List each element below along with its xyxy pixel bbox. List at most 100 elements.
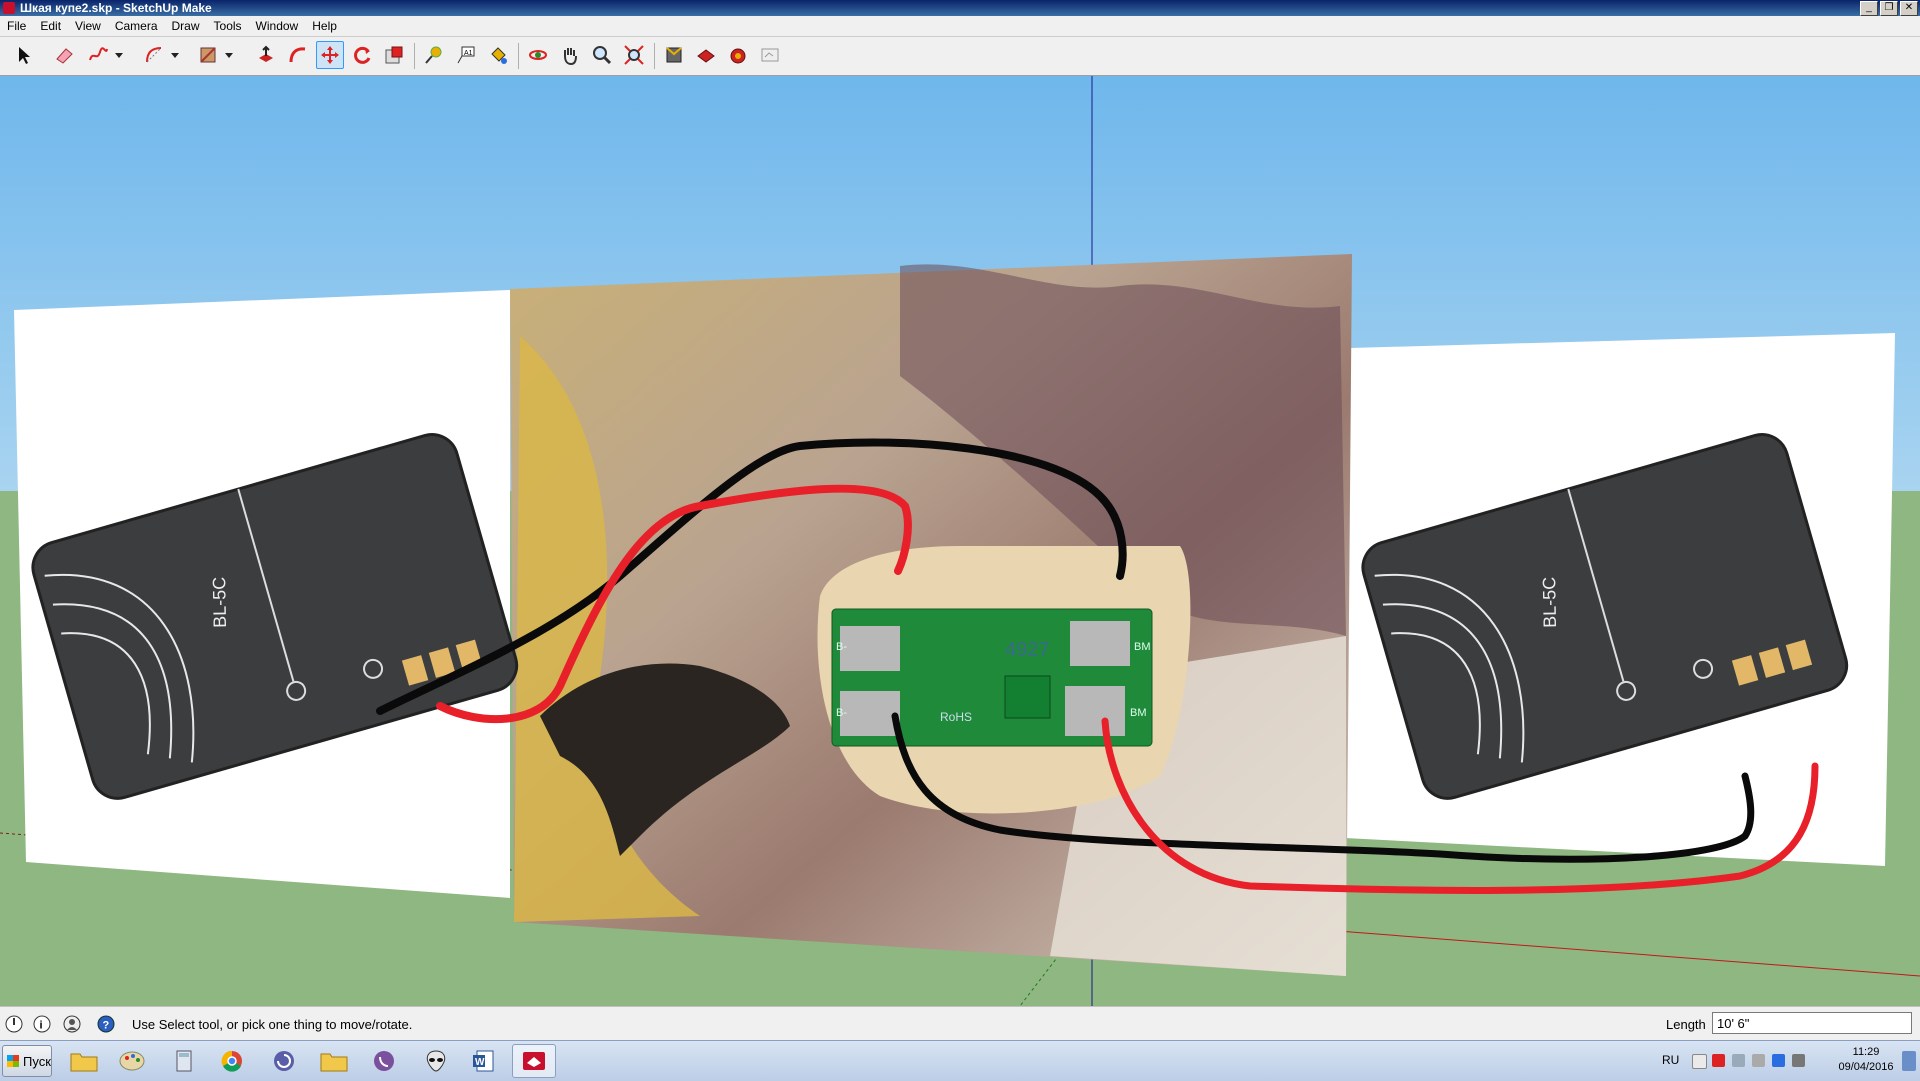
arc-dropdown[interactable] [168, 41, 182, 69]
status-message: Use Select tool, or pick one thing to mo… [132, 1017, 413, 1032]
measurement-input[interactable] [1712, 1012, 1912, 1034]
svg-text:i: i [40, 1020, 43, 1032]
toolbar-separator [654, 43, 655, 69]
show-desktop-button[interactable] [1902, 1051, 1916, 1071]
extension-warehouse-button[interactable] [724, 41, 752, 69]
device-icon[interactable] [1752, 1054, 1765, 1067]
taskbar-calculator[interactable] [162, 1044, 206, 1078]
show-hidden-icons-icon[interactable] [1692, 1054, 1707, 1069]
pcb-pad-label: B- [836, 707, 847, 719]
chevron-down-icon [171, 53, 179, 58]
chevron-down-icon [225, 53, 233, 58]
start-button[interactable]: Пуск [2, 1045, 52, 1077]
user-icon[interactable] [62, 1014, 82, 1034]
svg-text:?: ? [103, 1020, 110, 1032]
arrow-icon [19, 47, 30, 64]
orbit-tool[interactable] [524, 41, 552, 69]
paint-palette-icon [119, 1051, 145, 1071]
menu-help[interactable]: Help [305, 16, 344, 36]
orbit-icon [529, 50, 547, 60]
pcb-pad [1070, 621, 1130, 666]
arc-tool[interactable] [140, 41, 168, 69]
zoom-extents-icon [624, 45, 644, 65]
taskbar-file-explorer[interactable] [62, 1044, 106, 1078]
drawing-area[interactable]: 4927 RoHS B- B- BM BM BL-5C BL-5C [0, 76, 1920, 1006]
scale-icon [385, 46, 403, 64]
taskbar-viber[interactable] [362, 1044, 406, 1078]
measurement-label: Length [1666, 1017, 1706, 1032]
taskbar-folder[interactable] [312, 1044, 356, 1078]
paint-bucket-tool[interactable] [484, 41, 512, 69]
menu-view[interactable]: View [68, 16, 108, 36]
scale-tool[interactable] [380, 41, 408, 69]
input-language[interactable]: RU [1662, 1053, 1679, 1067]
freehand-dropdown[interactable] [112, 41, 126, 69]
eraser-tool[interactable] [50, 41, 78, 69]
push-pull-tool[interactable] [252, 41, 280, 69]
clock-date: 09/04/2016 [1838, 1061, 1894, 1073]
menu-window[interactable]: Window [249, 16, 306, 36]
rectangle-tool[interactable] [194, 41, 222, 69]
taskbar-paint[interactable] [110, 1044, 154, 1078]
calculator-icon [176, 1050, 192, 1072]
large-tool-set-toolbar: A1 [0, 37, 1920, 76]
close-button[interactable]: ✕ [1900, 1, 1918, 16]
3d-warehouse-button[interactable] [660, 41, 688, 69]
system-clock[interactable]: 11:29 09/04/2016 [1826, 1045, 1906, 1075]
layout-button[interactable] [756, 41, 784, 69]
pcb-chip [1004, 675, 1051, 719]
taskbar-word[interactable]: W [462, 1044, 506, 1078]
geo-location-icon[interactable] [4, 1014, 24, 1034]
tape-measure-tool[interactable] [420, 41, 448, 69]
taskbar-sketchup[interactable] [512, 1044, 556, 1078]
title-bar: Шкая купе2.skp - SketchUp Make _ ❐ ✕ [0, 0, 1920, 16]
follow-me-tool[interactable] [284, 41, 312, 69]
windows-logo-icon [7, 1055, 19, 1067]
zoom-tool[interactable] [588, 41, 616, 69]
taskbar-fl-studio[interactable] [262, 1044, 306, 1078]
move-icon [321, 46, 339, 64]
help-icon[interactable]: ? [96, 1014, 116, 1034]
network-icon[interactable] [1732, 1054, 1745, 1067]
freehand-tool[interactable] [84, 41, 112, 69]
extension-icon [730, 48, 746, 64]
restore-button[interactable]: ❐ [1880, 1, 1898, 16]
text-tool[interactable]: A1 [452, 41, 480, 69]
minimize-button[interactable]: _ [1860, 1, 1878, 16]
model-scene: 4927 RoHS B- B- BM BM BL-5C BL-5C [0, 76, 1920, 1006]
menu-edit[interactable]: Edit [33, 16, 68, 36]
menu-file[interactable]: File [0, 16, 33, 36]
volume-icon[interactable] [1792, 1054, 1805, 1067]
alien-icon [426, 1050, 446, 1072]
chrome-icon [221, 1050, 242, 1072]
zoom-extents-tool[interactable] [620, 41, 648, 69]
share-model-button[interactable] [692, 41, 720, 69]
arc-icon [146, 47, 162, 63]
battery-label: BL-5C [1539, 577, 1560, 628]
move-tool[interactable] [316, 41, 344, 69]
toolbar-separator [518, 43, 519, 69]
windows-taskbar: Пуск W RU 11:29 09/04/2016 [0, 1040, 1920, 1081]
menu-draw[interactable]: Draw [165, 16, 207, 36]
menu-tools[interactable]: Tools [207, 16, 249, 36]
window-title: Шкая купе2.skp - SketchUp Make [20, 1, 212, 15]
flag-notification-icon[interactable] [1712, 1054, 1725, 1067]
rectangle-dropdown[interactable] [222, 41, 236, 69]
share-icon [697, 49, 715, 63]
start-label: Пуск [23, 1054, 51, 1069]
tape-measure-icon [425, 46, 442, 64]
menu-bar: File Edit View Camera Draw Tools Window … [0, 16, 1920, 37]
credits-icon[interactable]: i [32, 1014, 52, 1034]
pan-tool[interactable] [556, 41, 584, 69]
bluetooth-icon[interactable] [1772, 1054, 1785, 1067]
paint-bucket-icon [491, 47, 507, 64]
taskbar-alien-app[interactable] [414, 1044, 458, 1078]
hand-icon [564, 48, 577, 66]
menu-camera[interactable]: Camera [108, 16, 165, 36]
rotate-tool[interactable] [348, 41, 376, 69]
select-tool[interactable] [10, 41, 38, 69]
svg-text:W: W [475, 1057, 485, 1068]
taskbar-chrome[interactable] [210, 1044, 254, 1078]
rectangle-icon [200, 47, 216, 63]
sketchup-app-icon[interactable] [3, 2, 15, 14]
